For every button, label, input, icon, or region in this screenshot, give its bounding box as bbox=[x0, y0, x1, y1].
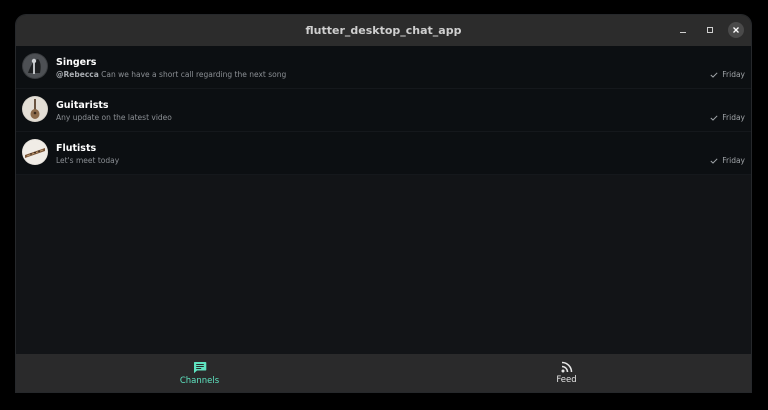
message-meta: Friday bbox=[710, 113, 745, 122]
message-text: Let's meet today bbox=[56, 156, 120, 165]
message-preview: Any update on the latest video bbox=[56, 113, 172, 122]
rss-feed-icon bbox=[561, 361, 572, 373]
nav-tab-feed[interactable]: Feed bbox=[383, 354, 750, 392]
message-preview: Let's meet today bbox=[56, 156, 119, 165]
channel-list: Singers @Rebecca Can we have a short cal… bbox=[16, 46, 751, 175]
message-time: Friday bbox=[722, 156, 745, 165]
channel-name: Singers bbox=[56, 57, 97, 68]
maximize-button[interactable] bbox=[702, 22, 718, 38]
channel-row-flutists[interactable]: Flutists Let's meet today Friday bbox=[16, 132, 751, 175]
maximize-icon bbox=[707, 27, 713, 33]
title-bar[interactable]: flutter_desktop_chat_app bbox=[16, 15, 751, 46]
message-meta: Friday bbox=[710, 156, 745, 165]
minimize-button[interactable] bbox=[675, 22, 691, 38]
nav-tab-channels[interactable]: Channels bbox=[16, 354, 383, 392]
avatar bbox=[22, 139, 48, 165]
close-icon bbox=[733, 27, 739, 33]
avatar bbox=[22, 96, 48, 122]
check-icon bbox=[710, 114, 718, 121]
message-text: Any update on the latest video bbox=[56, 113, 172, 122]
message-meta: Friday bbox=[710, 70, 745, 79]
close-button[interactable] bbox=[728, 22, 744, 38]
message-preview: @Rebecca Can we have a short call regard… bbox=[56, 70, 286, 79]
app-window: flutter_desktop_chat_app Singers @Rebecc… bbox=[16, 15, 751, 392]
message-time: Friday bbox=[722, 70, 745, 79]
singer-photo-icon bbox=[22, 53, 48, 79]
message-time: Friday bbox=[722, 113, 745, 122]
minimize-icon bbox=[680, 32, 686, 33]
bottom-navigation: Channels Feed bbox=[16, 354, 751, 392]
nav-label-channels: Channels bbox=[179, 375, 220, 386]
nav-label-feed: Feed bbox=[556, 375, 577, 385]
channel-name: Guitarists bbox=[56, 100, 109, 111]
channel-name: Flutists bbox=[56, 143, 97, 154]
check-icon bbox=[710, 157, 718, 164]
chat-icon bbox=[193, 361, 206, 373]
window-title: flutter_desktop_chat_app bbox=[305, 24, 462, 37]
channel-row-singers[interactable]: Singers @Rebecca Can we have a short cal… bbox=[16, 46, 751, 89]
guitar-photo-icon bbox=[22, 96, 48, 122]
channel-row-guitarists[interactable]: Guitarists Any update on the latest vide… bbox=[16, 89, 751, 132]
flute-photo-icon bbox=[22, 139, 48, 165]
message-text: Can we have a short call regarding the n… bbox=[98, 70, 287, 79]
mention: @Rebecca bbox=[56, 70, 99, 79]
avatar bbox=[22, 53, 48, 79]
check-icon bbox=[710, 71, 718, 78]
